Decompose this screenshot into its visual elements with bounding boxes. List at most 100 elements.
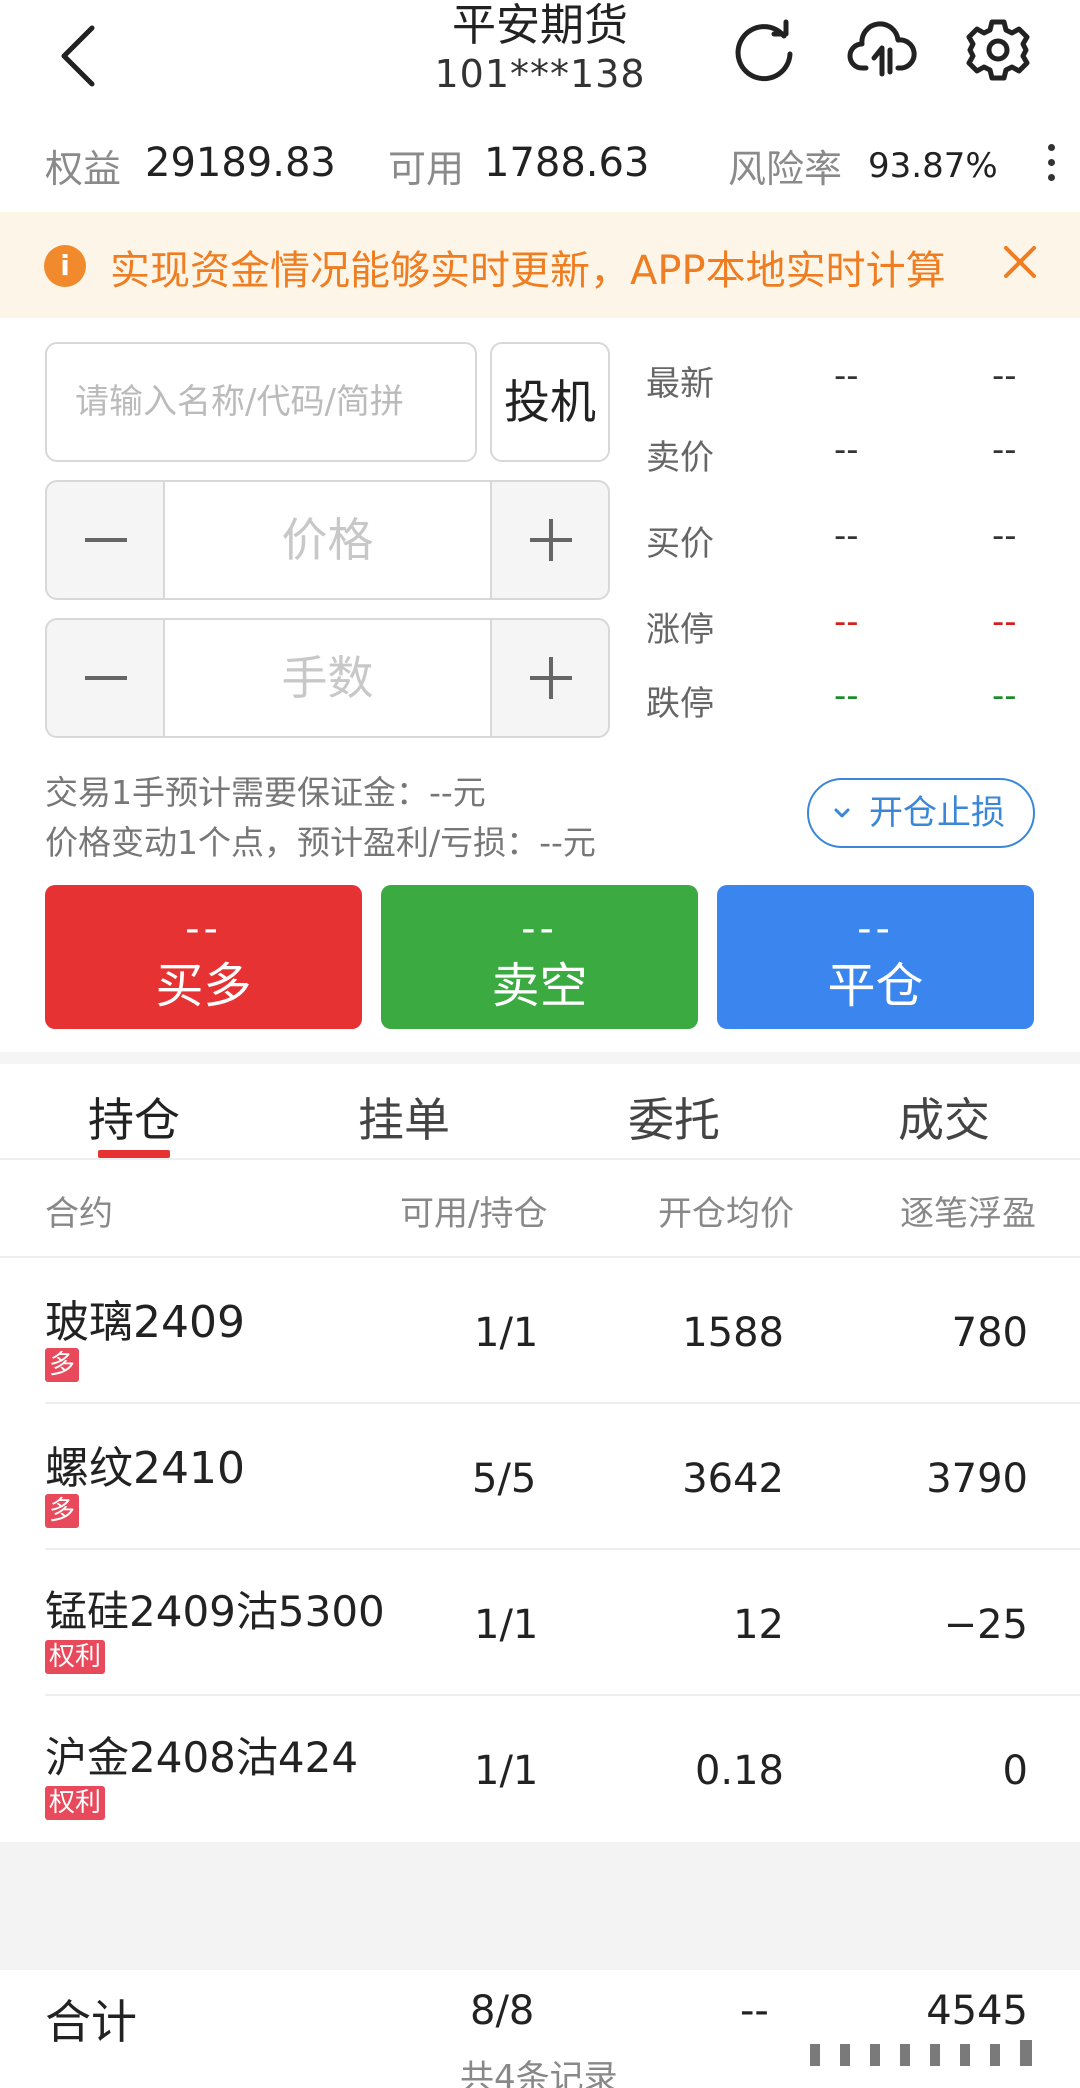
speculation-button[interactable]: 投机 (490, 342, 610, 462)
direction-badge: 多 (45, 1494, 80, 1528)
available-qty: 1/1 (474, 1748, 539, 1794)
price-plus-button[interactable] (490, 482, 608, 598)
active-tab-indicator (98, 1150, 170, 1158)
quote-label: 涨停 (646, 610, 714, 650)
quote-value: -- (992, 356, 1017, 396)
tab-trades[interactable]: 成交 (898, 1084, 990, 1150)
total-pnl: 4545 (926, 1988, 1028, 2034)
column-header: 开仓均价 (658, 1194, 794, 1234)
quote-label: 最新 (646, 364, 714, 404)
empty-area (0, 1842, 1080, 1970)
option-badge: 权利 (45, 1640, 106, 1674)
close-position-button[interactable]: -- 平仓 (717, 885, 1034, 1029)
total-row: 合计 8/8 -- 4545 共4条记录 (0, 1970, 1080, 2088)
total-price: -- (740, 1988, 769, 2034)
table-row[interactable]: 玻璃2409 多 1/1 1588 780 (0, 1258, 1080, 1404)
quote-label: 买价 (646, 524, 714, 564)
floating-pnl: 3790 (926, 1456, 1028, 1502)
quantity-plus-button[interactable] (490, 620, 608, 736)
notice-text: 实现资金情况能够实时更新，APP本地实时计算 (110, 248, 946, 294)
available-label: 可用 (388, 147, 465, 191)
gear-icon[interactable] (962, 14, 1034, 86)
close-position-label: 平仓 (827, 958, 924, 1014)
available-qty: 1/1 (474, 1310, 539, 1356)
open-avg-price: 12 (733, 1602, 784, 1648)
total-label: 合计 (45, 1995, 137, 2049)
contract-name: 锰硅2409沽5300 (45, 1587, 385, 1636)
risk-label: 风险率 (728, 147, 843, 191)
stop-loss-button[interactable]: 开仓止损 (807, 778, 1035, 848)
price-stepper: 价格 (45, 480, 610, 600)
risk-value: 93.87% (868, 146, 998, 186)
pnl-estimate-text: 价格变动1个点，预计盈利/亏损：--元 (45, 823, 596, 862)
tab-positions[interactable]: 持仓 (88, 1084, 180, 1150)
quote-row: 买价 -- -- (646, 516, 1046, 576)
buy-long-button[interactable]: -- 买多 (45, 885, 362, 1029)
column-header: 逐笔浮盈 (900, 1194, 1036, 1234)
column-header: 可用/持仓 (400, 1194, 548, 1234)
floating-pnl: 0 (1002, 1748, 1028, 1794)
table-row[interactable]: 锰硅2409沽5300 权利 1/1 12 −25 (0, 1550, 1080, 1696)
section-divider (0, 1052, 1080, 1064)
quantity-stepper: 手数 (45, 618, 610, 738)
available-value: 1788.63 (484, 140, 650, 186)
quote-value: -- (834, 516, 859, 556)
column-header: 合约 (45, 1194, 113, 1234)
buy-long-price: -- (185, 906, 222, 952)
price-minus-button[interactable] (47, 482, 165, 598)
record-count: 共4条记录 (460, 2058, 618, 2088)
available-qty: 1/1 (474, 1602, 539, 1648)
total-qty: 8/8 (470, 1988, 535, 2034)
equity-value: 29189.83 (145, 140, 336, 186)
open-avg-price: 3642 (682, 1456, 784, 1502)
quote-value: -- (834, 602, 859, 642)
quantity-minus-button[interactable] (47, 620, 165, 736)
open-avg-price: 0.18 (694, 1748, 784, 1794)
refresh-icon[interactable] (728, 14, 800, 86)
tab-orders[interactable]: 委托 (628, 1084, 720, 1150)
available-qty: 5/5 (472, 1456, 537, 1502)
table-row[interactable]: 沪金2408沽424 权利 1/1 0.18 0 (0, 1696, 1080, 1842)
signal-bars-icon (810, 2040, 1032, 2066)
sell-short-label: 卖空 (491, 958, 588, 1014)
equity-label: 权益 (45, 147, 122, 191)
contract-search-input[interactable]: 请输入名称/代码/简拼 (45, 342, 477, 462)
close-icon[interactable] (1000, 242, 1040, 282)
table-row[interactable]: 螺纹2410 多 5/5 3642 3790 (0, 1404, 1080, 1550)
page-title: 平安期货 (452, 0, 628, 51)
quote-row: 卖价 -- -- (646, 430, 1046, 490)
quote-value: -- (992, 676, 1017, 716)
title-block: 平安期货 101***138 (0, 0, 1080, 96)
table-header: 合约 可用/持仓 开仓均价 逐笔浮盈 (0, 1160, 1080, 1258)
floating-pnl: −25 (943, 1602, 1028, 1648)
sell-short-price: -- (521, 906, 558, 952)
direction-badge: 多 (45, 1348, 80, 1382)
cloud-upload-icon[interactable] (846, 14, 918, 86)
contract-name: 螺纹2410 (45, 1443, 245, 1494)
quote-label: 跌停 (646, 684, 714, 724)
sell-short-button[interactable]: -- 卖空 (381, 885, 698, 1029)
position-tabs: 持仓 挂单 委托 成交 (0, 1064, 1080, 1160)
contract-name: 沪金2408沽424 (45, 1733, 359, 1782)
close-position-price: -- (857, 906, 894, 952)
price-input[interactable]: 价格 (165, 482, 490, 598)
stop-loss-label: 开仓止损 (869, 793, 1005, 833)
quote-row: 跌停 -- -- (646, 676, 1046, 736)
contract-name: 玻璃2409 (45, 1297, 245, 1348)
header-bar: 平安期货 101***138 (0, 0, 1080, 110)
option-badge: 权利 (45, 1786, 106, 1820)
more-menu-icon[interactable] (1048, 144, 1058, 188)
quote-value: -- (992, 430, 1017, 470)
quote-row: 涨停 -- -- (646, 602, 1046, 662)
quantity-input[interactable]: 手数 (165, 620, 490, 736)
margin-estimate-text: 交易1手预计需要保证金：--元 (45, 773, 486, 812)
quote-value: -- (834, 356, 859, 396)
quote-label: 卖价 (646, 438, 714, 478)
quote-value: -- (834, 676, 859, 716)
quote-value: -- (992, 602, 1017, 642)
floating-pnl: 780 (951, 1310, 1028, 1356)
notice-banner: i 实现资金情况能够实时更新，APP本地实时计算 (0, 212, 1080, 318)
quote-row: 最新 -- -- (646, 356, 1046, 416)
quote-value: -- (834, 430, 859, 470)
tab-pending[interactable]: 挂单 (358, 1084, 450, 1150)
